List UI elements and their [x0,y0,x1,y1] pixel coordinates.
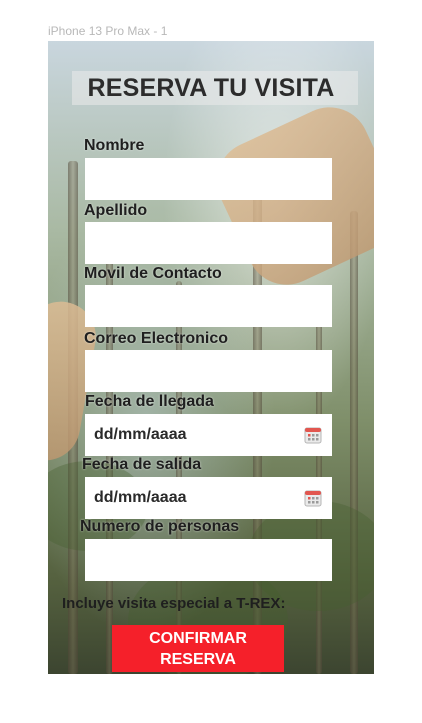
phone-screen: RESERVA TU VISITA Nombre Apellido Movil … [48,41,374,674]
confirm-button-line2: RESERVA [160,650,236,668]
correo-input[interactable] [85,350,332,392]
fecha-salida-value: dd/mm/aaaa [94,489,187,506]
personas-input[interactable] [85,539,332,581]
confirm-button-line1: CONFIRMAR [149,629,247,647]
tree-trunk-decoration [350,211,358,674]
trex-note: Incluye visita especial a T-REX: [62,595,286,612]
nombre-input[interactable] [85,158,332,200]
calendar-icon[interactable] [304,426,322,444]
fecha-llegada-value: dd/mm/aaaa [94,426,187,443]
confirm-reservation-button[interactable]: CONFIRMAR RESERVA [112,625,284,672]
apellido-label: Apellido [84,202,148,219]
fecha-llegada-label: Fecha de llegada [85,393,214,410]
correo-label: Correo Electronico [84,330,229,347]
movil-input[interactable] [85,285,332,327]
page-title: RESERVA TU VISITA [87,74,335,102]
artboard-label: iPhone 13 Pro Max - 1 [48,24,168,38]
calendar-icon[interactable] [304,489,322,507]
fecha-salida-label: Fecha de salida [82,456,202,473]
personas-label: Numero de personas [80,518,240,535]
apellido-input[interactable] [85,222,332,264]
nombre-label: Nombre [84,137,145,154]
fecha-salida-input[interactable]: dd/mm/aaaa [85,477,332,519]
movil-label: Movil de Contacto [84,265,222,282]
fecha-llegada-input[interactable]: dd/mm/aaaa [85,414,332,456]
